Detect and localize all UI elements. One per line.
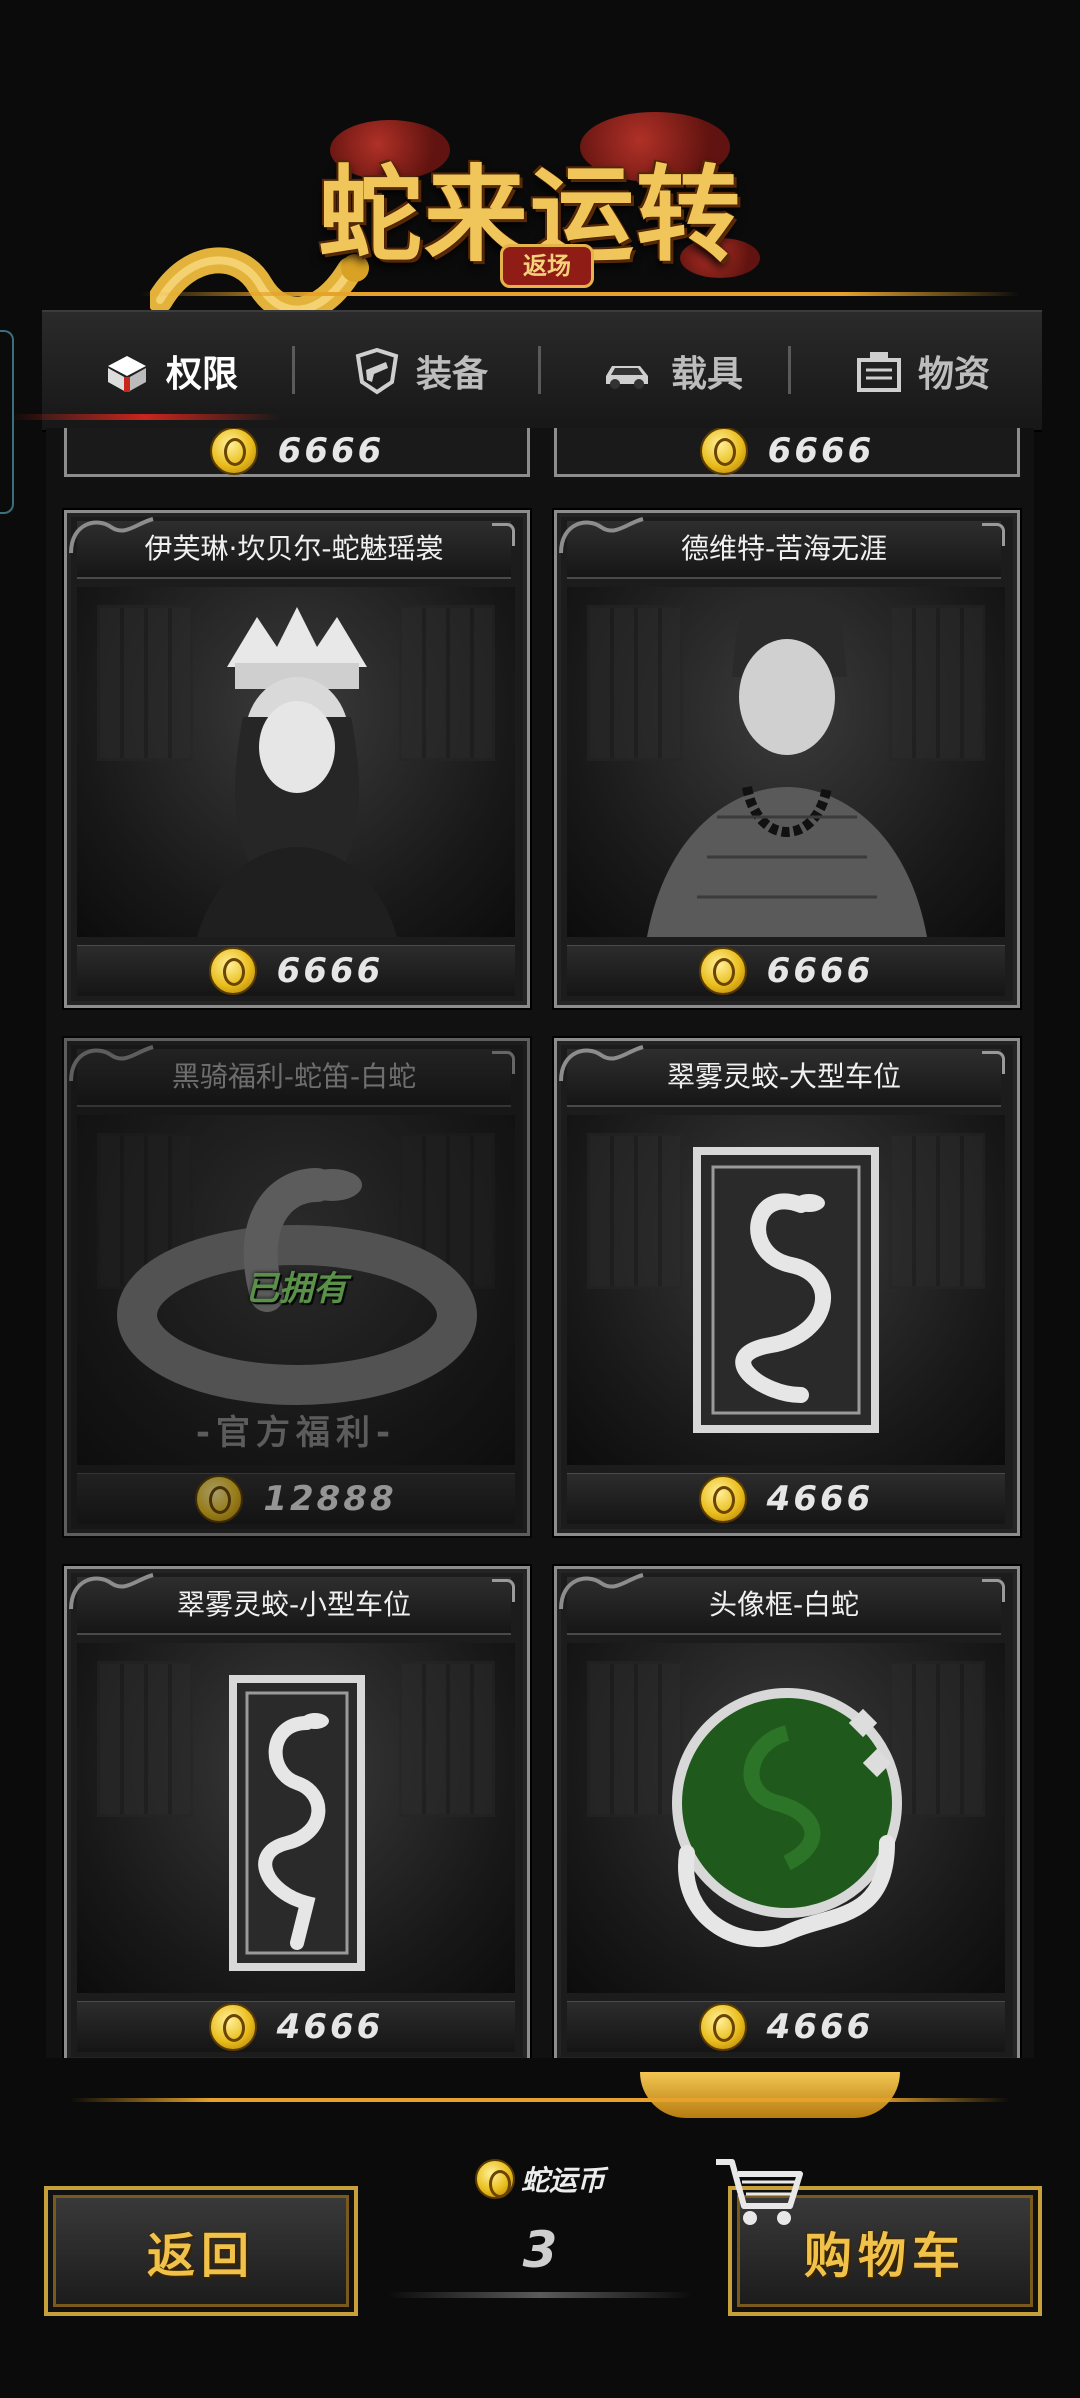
official-welfare-tag: -官方福利- [195,1413,397,1453]
corner-ornament [492,523,515,546]
item-card-partial[interactable]: 6666 [554,428,1020,477]
item-price-bar: 4666 [77,2001,515,2052]
item-card-partial[interactable]: 6666 [64,428,530,477]
snake-card-icon [229,1675,365,1971]
event-badge: 返场 [500,244,594,288]
item-price-bar: 4666 [567,2001,1005,2052]
coin-icon [698,1475,747,1523]
item-price: 6666 [766,951,874,991]
item-card[interactable]: 头像框-白蛇 4666 [554,1566,1020,2058]
car-icon [605,366,648,389]
item-price: 12888 [263,1479,397,1519]
tab-separator [292,346,295,394]
item-image [567,1643,1005,1993]
tab-separator [538,346,541,394]
corner-ornament [982,523,1005,546]
coin-icon [699,428,748,475]
item-price-bar: 6666 [567,945,1005,996]
tab-permissions-label: 权限 [165,354,238,395]
coin-icon [698,2003,747,2051]
active-tab-indicator [10,414,280,420]
gift-box-icon [107,356,146,392]
item-image [567,1115,1005,1465]
item-price: 4666 [766,1479,874,1519]
header-banner: 蛇来运转 返场 [0,0,1080,323]
tab-vehicles[interactable]: 载具 [570,312,770,430]
coin-icon [698,947,747,995]
window-backdrop [587,1133,683,1289]
item-price: 4666 [276,2007,384,2047]
tab-separator [788,346,791,394]
coin-icon [474,2159,515,2199]
currency-name-text: 蛇运币 [520,2164,605,2197]
coin-icon [208,2003,257,2051]
header-divider [140,292,1020,296]
golden-snake-ornament [640,2072,900,2118]
window-backdrop [97,1661,193,1817]
side-edge-tab[interactable] [0,330,14,514]
swirl-ornament-icon [559,1045,644,1082]
tab-permissions[interactable]: 权限 [60,312,280,430]
back-button-label: 返回 [146,2228,255,2284]
corner-ornament [982,1579,1005,1602]
coin-icon [209,428,258,475]
item-price: 6666 [277,431,385,471]
swirl-ornament-icon [559,517,644,554]
item-price-bar: 6666 [77,945,515,996]
corner-ornament [492,1051,515,1074]
tab-supplies[interactable]: 物资 [822,312,1022,430]
footer-divider [70,2098,1010,2102]
item-price: 4666 [766,2007,874,2047]
currency-name: 蛇运币 [458,2156,622,2202]
swirl-ornament-icon [69,1573,154,1610]
swirl-ornament-icon [69,517,154,554]
item-price-bar: 12888 [77,1473,515,1524]
coin-icon [195,1475,244,1523]
item-image: 已拥有 -官方福利- [77,1115,515,1465]
owned-label: 已拥有 [245,1269,347,1309]
item-card[interactable]: 伊芙琳·坎贝尔-蛇魅瑶裳 6666 [64,510,530,1008]
item-image [567,587,1005,937]
tab-vehicles-label: 载具 [670,354,743,395]
shopping-cart-icon [716,2159,803,2225]
corner-ornament [982,1051,1005,1074]
item-image [77,587,515,937]
snake-card-icon [693,1147,879,1433]
character-portrait-icon [647,597,927,937]
shield-pistol-icon [355,347,399,395]
cart-button-label: 购物车 [803,2228,966,2284]
currency-underline [388,2292,692,2298]
supply-crate-icon [856,352,901,392]
item-card[interactable]: 翠雾灵蛟-大型车位 4666 [554,1038,1020,1536]
swirl-ornament-icon [69,1045,154,1082]
item-price-bar: 4666 [567,1473,1005,1524]
coin-icon [208,947,257,995]
character-portrait-icon [197,607,397,937]
corner-ornament [492,1579,515,1602]
swirl-ornament-icon [559,1573,644,1610]
item-image [77,1643,515,1993]
window-backdrop [399,1661,495,1817]
tab-supplies-label: 物资 [917,354,990,395]
tab-equipment-label: 装备 [415,354,488,395]
item-price: 6666 [767,431,875,471]
item-card[interactable]: 德维特-苦海无涯 6666 [554,510,1020,1008]
item-grid[interactable]: 6666 6666 伊芙琳·坎贝尔-蛇魅瑶裳 6666 德维特-苦海无涯 666… [46,428,1034,2058]
tab-equipment[interactable]: 装备 [320,312,520,430]
avatar-frame-icon [672,1688,902,1948]
item-card[interactable]: 黑骑福利-蛇笛-白蛇 已拥有 -官方福利- 12888 [64,1038,530,1536]
item-price: 6666 [276,951,384,991]
window-backdrop [889,1133,985,1289]
back-button[interactable]: 返回 [44,2186,358,2316]
item-card[interactable]: 翠雾灵蛟-小型车位 4666 [64,1566,530,2058]
currency-balance: 3 [522,2221,558,2279]
